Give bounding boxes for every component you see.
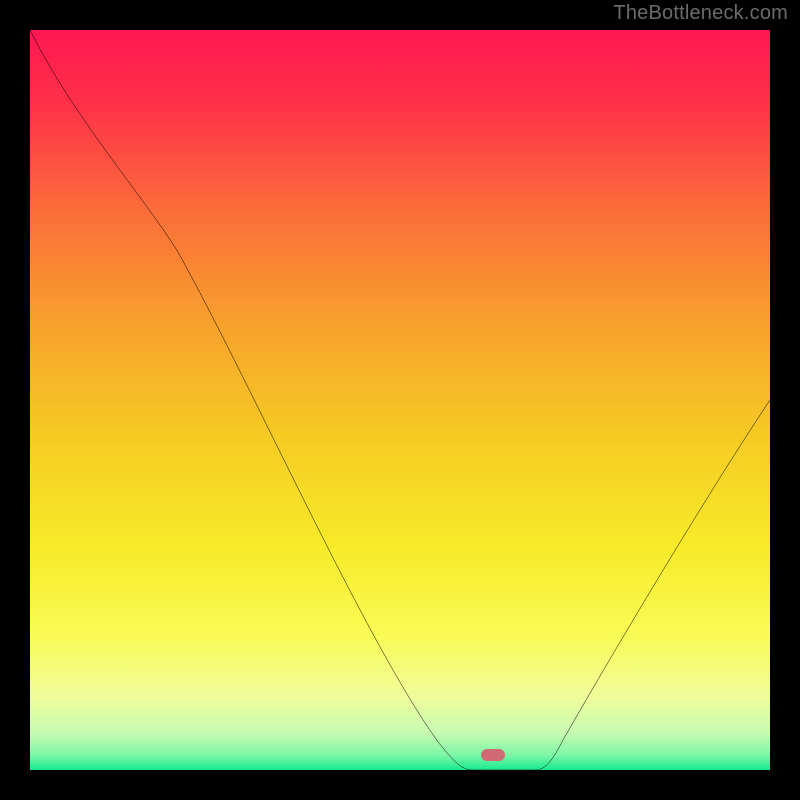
watermark-text: TheBottleneck.com [613, 2, 788, 25]
chart-container: TheBottleneck.com [0, 0, 800, 800]
plot-area [30, 30, 770, 770]
optimal-marker [481, 749, 505, 761]
bottleneck-curve [30, 30, 770, 770]
